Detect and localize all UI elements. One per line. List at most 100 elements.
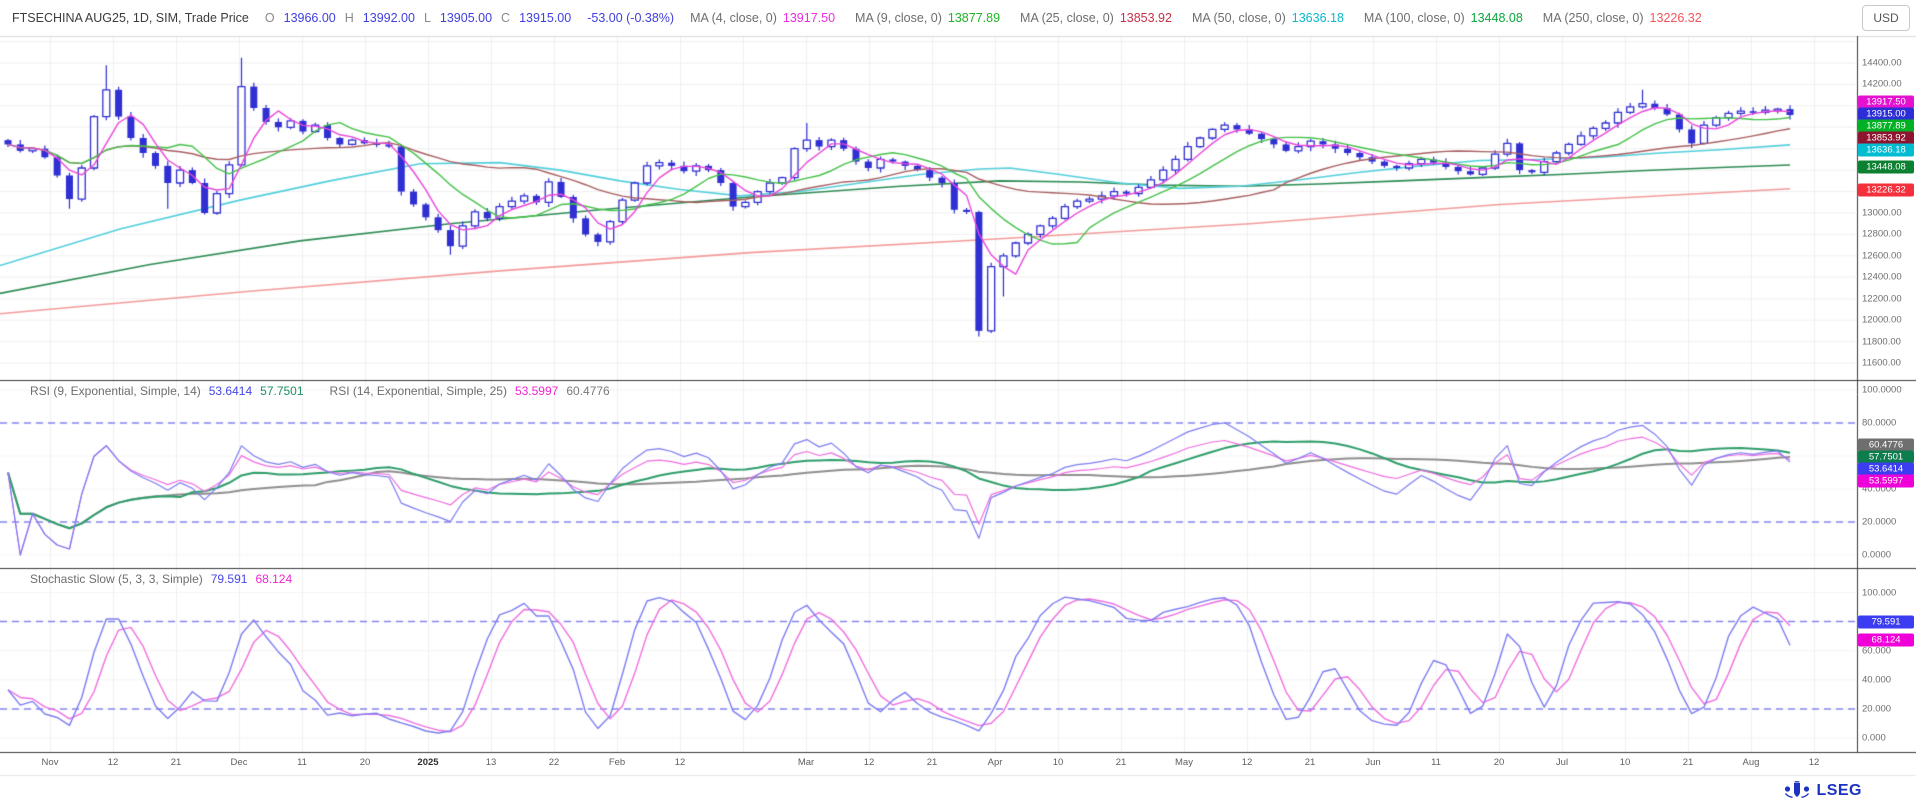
ma-legend-label: MA (250, close, 0) <box>1543 11 1644 25</box>
price-axis-tick: 11800.00 <box>1862 336 1901 347</box>
stoch-value-chip: 79.591 <box>1858 616 1914 629</box>
ma-legend-entry-50[interactable]: MA (50, close, 0) 13636.18 <box>1192 11 1344 25</box>
date-label: 13 <box>486 757 497 768</box>
date-label: 21 <box>171 757 182 768</box>
ohlc-value: 13905.00 <box>440 11 492 25</box>
chart-canvas[interactable] <box>0 0 1916 803</box>
ohlc-letter: H <box>345 11 354 25</box>
rsi1-value2: 57.7501 <box>260 384 303 398</box>
price-axis-tick: 12400.00 <box>1862 272 1902 283</box>
stoch-value-chip: 68.124 <box>1858 634 1914 647</box>
date-label: Nov <box>42 757 59 768</box>
date-label: 12 <box>675 757 686 768</box>
date-label: Jul <box>1556 757 1568 768</box>
ohlc-value: 13992.00 <box>363 11 415 25</box>
date-label: Dec <box>231 757 248 768</box>
stoch-indicator-title[interactable]: Stochastic Slow (5, 3, 3, Simple) 79.591… <box>30 572 292 586</box>
ma-legend-entry-25[interactable]: MA (25, close, 0) 13853.92 <box>1020 11 1172 25</box>
spacer <box>312 384 322 398</box>
date-label: 12 <box>108 757 119 768</box>
stoch-axis-tick: 20.000 <box>1862 703 1891 714</box>
date-label: Mar <box>798 757 814 768</box>
ma-legend-value: 13853.92 <box>1120 11 1172 25</box>
ohlc-letter: L <box>424 11 431 25</box>
price-axis-tick: 12600.00 <box>1862 250 1902 261</box>
rsi-indicator-title[interactable]: RSI (9, Exponential, Simple, 14) 53.6414… <box>30 384 610 398</box>
date-label: 21 <box>1116 757 1127 768</box>
stoch-value2: 68.124 <box>255 572 292 586</box>
stoch-label: Stochastic Slow (5, 3, 3, Simple) <box>30 572 203 586</box>
currency-selector[interactable]: USD <box>1862 5 1910 31</box>
price-axis-tick: 14400.00 <box>1862 58 1902 69</box>
date-label: Apr <box>988 757 1003 768</box>
ma-legend-entry-9[interactable]: MA (9, close, 0) 13877.89 <box>855 11 1000 25</box>
date-label: 21 <box>1683 757 1694 768</box>
stoch-axis-tick: 40.000 <box>1862 674 1891 685</box>
price-axis-tick: 11600.00 <box>1862 358 1901 369</box>
lseg-wordmark: LSEG <box>1816 782 1862 800</box>
rsi2-value2: 60.4776 <box>566 384 609 398</box>
price-axis-tick: 12000.00 <box>1862 315 1902 326</box>
ma-legend: MA (4, close, 0) 13917.50 MA (9, close, 0)… <box>690 11 1702 25</box>
rsi2-label: RSI (14, Exponential, Simple, 25) <box>330 384 507 398</box>
price-value-chip: 13226.32 <box>1858 184 1914 197</box>
date-label: 21 <box>927 757 938 768</box>
price-axis-tick: 12200.00 <box>1862 293 1902 304</box>
rsi-value-chip: 53.5997 <box>1858 475 1914 488</box>
ma-legend-value: 13877.89 <box>948 11 1000 25</box>
ma-legend-label: MA (4, close, 0) <box>690 11 777 25</box>
rsi-axis-tick: 80.0000 <box>1862 418 1896 429</box>
date-label: 12 <box>1242 757 1253 768</box>
rsi1-label: RSI (9, Exponential, Simple, 14) <box>30 384 201 398</box>
ohlc-readout: O13966.00H13992.00L13905.00C13915.00 <box>265 11 571 25</box>
date-label: 12 <box>864 757 875 768</box>
stoch-value1: 79.591 <box>211 572 248 586</box>
date-label: Aug <box>1743 757 1760 768</box>
date-label: Jun <box>1365 757 1380 768</box>
ohlc-value: 13966.00 <box>284 11 336 25</box>
lseg-crest-icon <box>1783 781 1811 800</box>
ma-legend-value: 13448.08 <box>1471 11 1523 25</box>
ma-legend-value: 13917.50 <box>783 11 835 25</box>
price-value-chip: 13448.08 <box>1858 161 1914 174</box>
date-label: 10 <box>1053 757 1064 768</box>
lseg-watermark: LSEG <box>1783 781 1862 800</box>
date-label: May <box>1175 757 1193 768</box>
price-value-chip: 13636.18 <box>1858 144 1914 157</box>
ma-legend-label: MA (50, close, 0) <box>1192 11 1286 25</box>
rsi2-value1: 53.5997 <box>515 384 558 398</box>
ohlc-value: 13915.00 <box>519 11 571 25</box>
stoch-axis-tick: 0.000 <box>1862 733 1886 744</box>
date-label: 11 <box>1431 757 1441 768</box>
symbol-title[interactable]: FTSECHINA AUG25, 1D, SIM, Trade Price <box>12 11 249 25</box>
date-label: 12 <box>1809 757 1820 768</box>
ma-legend-label: MA (100, close, 0) <box>1364 11 1465 25</box>
price-axis-tick: 13000.00 <box>1862 208 1902 219</box>
stoch-axis-tick: 60.000 <box>1862 645 1891 656</box>
ma-legend-entry-4[interactable]: MA (4, close, 0) 13917.50 <box>690 11 835 25</box>
stoch-axis-tick: 100.000 <box>1862 587 1896 598</box>
rsi-axis-tick: 0.0000 <box>1862 550 1891 561</box>
rsi-axis-tick: 20.0000 <box>1862 517 1896 528</box>
ma-legend-value: 13636.18 <box>1292 11 1344 25</box>
change-readout: -53.00 (-0.38%) <box>587 11 674 25</box>
price-axis-tick: 14200.00 <box>1862 79 1902 90</box>
date-label: 10 <box>1620 757 1631 768</box>
date-label: 2025 <box>417 757 438 768</box>
ma-legend-entry-250[interactable]: MA (250, close, 0) 13226.32 <box>1543 11 1702 25</box>
chart-window: FTSECHINA AUG25, 1D, SIM, Trade Price O1… <box>0 0 1916 803</box>
ma-legend-label: MA (25, close, 0) <box>1020 11 1114 25</box>
date-label: Feb <box>609 757 625 768</box>
ma-legend-value: 13226.32 <box>1650 11 1702 25</box>
date-label: 21 <box>1305 757 1316 768</box>
date-label: 11 <box>297 757 307 768</box>
rsi1-value1: 53.6414 <box>209 384 252 398</box>
rsi-axis-tick: 100.0000 <box>1862 385 1902 396</box>
price-axis-tick: 12800.00 <box>1862 229 1902 240</box>
date-label: 20 <box>360 757 371 768</box>
ma-legend-label: MA (9, close, 0) <box>855 11 942 25</box>
ohlc-letter: C <box>501 11 510 25</box>
ma-legend-entry-100[interactable]: MA (100, close, 0) 13448.08 <box>1364 11 1523 25</box>
chart-legend-header: FTSECHINA AUG25, 1D, SIM, Trade Price O1… <box>0 0 1702 36</box>
date-label: 20 <box>1494 757 1505 768</box>
